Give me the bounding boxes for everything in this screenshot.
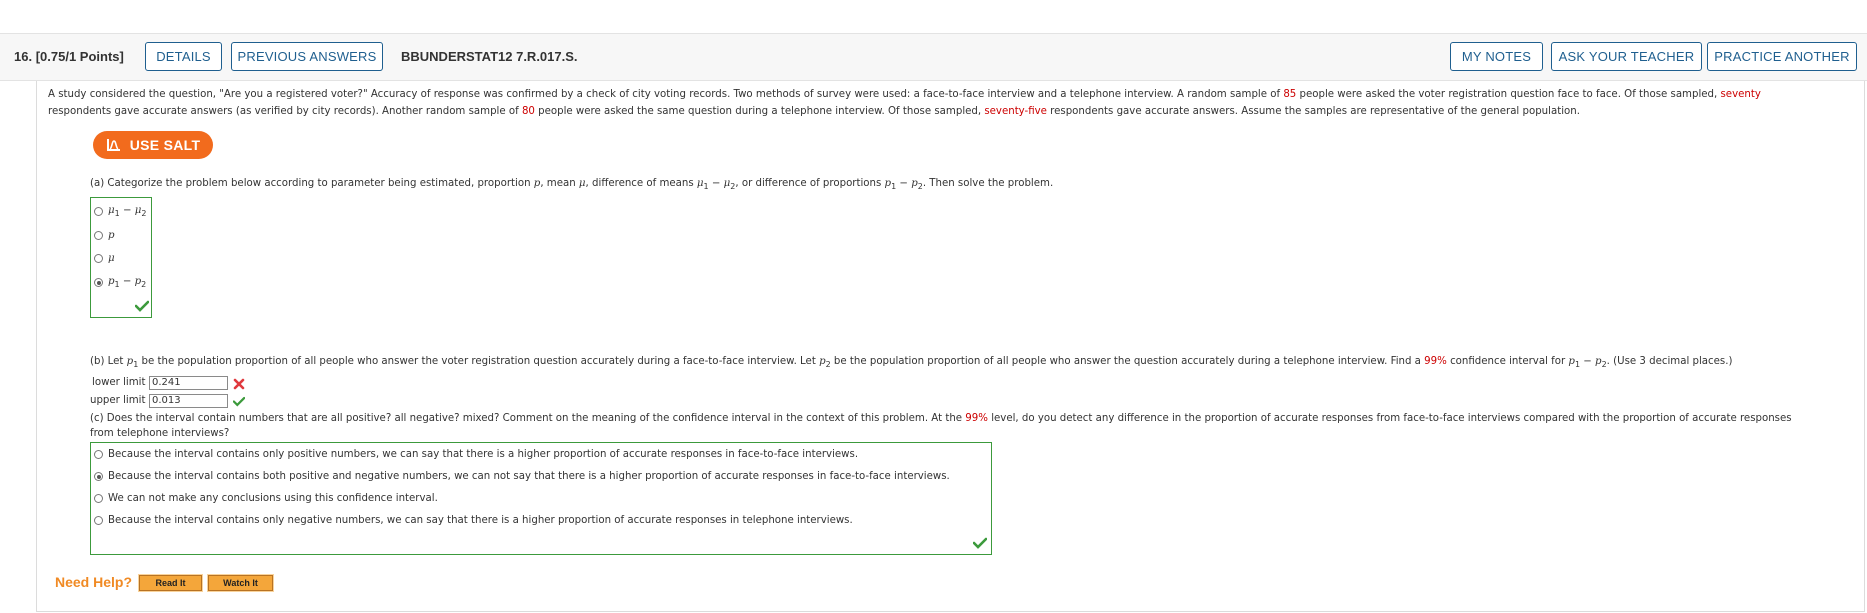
question-number: 16. [0.75/1 Points]	[14, 49, 124, 64]
use-salt-button[interactable]: USE SALT	[93, 131, 213, 159]
radio-button-selected[interactable]	[94, 472, 103, 481]
correct-check-icon	[135, 300, 149, 312]
part-c-prompt: (c) Does the interval contain numbers th…	[90, 413, 1792, 439]
upper-limit-input[interactable]: 0.013	[149, 394, 228, 408]
problem-statement: A study considered the question, "Are yo…	[48, 89, 1761, 117]
watch-it-button[interactable]: Watch It	[207, 574, 274, 592]
correct-check-icon	[973, 537, 987, 549]
my-notes-button[interactable]: MY NOTES	[1450, 42, 1543, 71]
details-button[interactable]: DETAILS	[145, 42, 222, 71]
radio-button[interactable]	[94, 516, 103, 525]
lower-limit-input[interactable]: 0.241	[149, 376, 228, 390]
part-b-prompt: (b) Let p1 be the population proportion …	[90, 356, 1733, 370]
radio-button[interactable]	[94, 207, 103, 217]
problem-code: BBUNDERSTAT12 7.R.017.S.	[401, 49, 578, 64]
part-a-prompt: (a) Categorize the problem below accordi…	[90, 178, 1054, 192]
practice-another-button[interactable]: PRACTICE ANOTHER	[1707, 42, 1857, 71]
previous-answers-button[interactable]: PREVIOUS ANSWERS	[231, 42, 383, 71]
correct-check-icon	[233, 396, 245, 407]
upper-limit-label: upper limit	[90, 395, 146, 406]
radio-button[interactable]	[94, 450, 103, 459]
ask-your-teacher-button[interactable]: ASK YOUR TEACHER	[1551, 42, 1702, 71]
radio-button[interactable]	[94, 254, 103, 263]
sample-size-1: 85	[1283, 89, 1297, 100]
sample-size-2: 80	[521, 106, 535, 117]
option-c2[interactable]: Because the interval contains both posit…	[94, 471, 950, 482]
option-c3[interactable]: We can not make any conclusions using th…	[94, 493, 438, 504]
accurate-count-1: seventy	[1720, 89, 1761, 100]
need-help-label: Need Help?	[55, 574, 133, 590]
radio-button[interactable]	[94, 231, 103, 240]
read-it-button[interactable]: Read It	[138, 574, 203, 592]
incorrect-x-icon	[233, 378, 245, 390]
radio-button-selected[interactable]	[94, 278, 103, 288]
option-c1[interactable]: Because the interval contains only posit…	[94, 449, 858, 460]
accurate-count-2: seventy-five	[984, 106, 1047, 117]
option-p1-minus-p2[interactable]: p1 − p2	[94, 276, 146, 289]
option-mu[interactable]: μ	[94, 253, 115, 264]
option-c4[interactable]: Because the interval contains only negat…	[94, 515, 853, 526]
salt-icon	[106, 139, 120, 151]
option-p[interactable]: p	[94, 230, 115, 241]
points-score: [0.75/1 Points]	[35, 49, 124, 64]
lower-limit-label: lower limit	[92, 377, 146, 388]
radio-button[interactable]	[94, 494, 103, 503]
option-mu1-minus-mu2[interactable]: μ1 − μ2	[94, 205, 146, 218]
